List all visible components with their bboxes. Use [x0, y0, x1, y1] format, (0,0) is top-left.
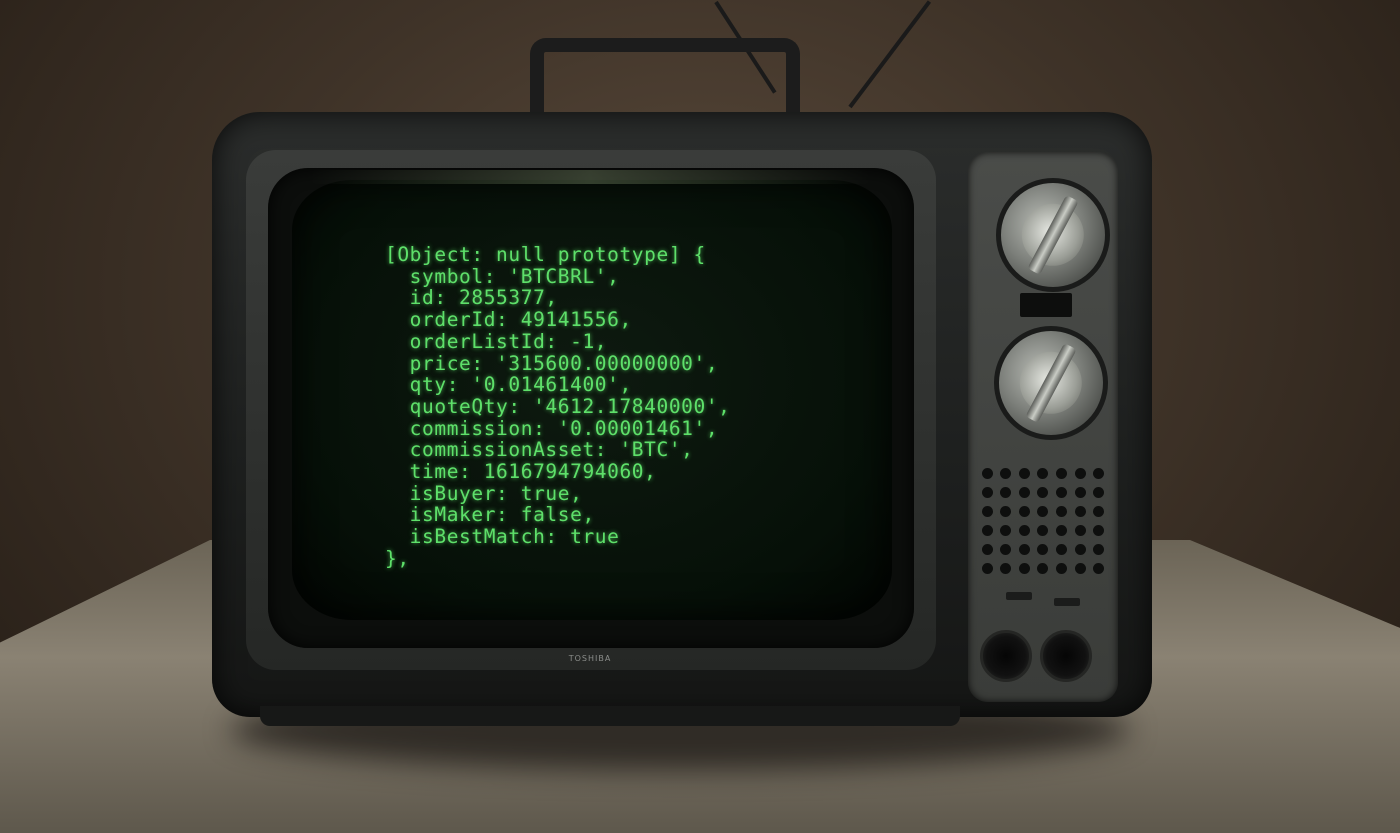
- code-line: commission: '0.00001461',: [385, 416, 719, 440]
- code-line: qty: '0.01461400',: [385, 373, 632, 397]
- channel-knob[interactable]: [996, 178, 1110, 292]
- power-switch[interactable]: [1006, 592, 1032, 600]
- earphone-jack[interactable]: [980, 630, 1032, 682]
- code-line: },: [385, 546, 410, 570]
- speaker-grille: [976, 462, 1110, 580]
- code-line: time: 1616794794060,: [385, 460, 657, 484]
- tuning-knob[interactable]: [994, 326, 1108, 440]
- code-line: [Object: null prototype] {: [385, 243, 706, 266]
- code-line: isBestMatch: true: [385, 525, 620, 549]
- channel-indicator-window: [1020, 293, 1072, 317]
- code-line: orderListId: -1,: [385, 329, 608, 353]
- tv-base: [260, 706, 960, 726]
- code-line: id: 2855377,: [385, 286, 558, 310]
- volume-switch[interactable]: [1054, 598, 1080, 606]
- tv-handle: [530, 38, 800, 123]
- code-line: isMaker: false,: [385, 503, 595, 527]
- code-line: commissionAsset: 'BTC',: [385, 438, 694, 462]
- screen-glare: [310, 170, 870, 184]
- code-line: orderId: 49141556,: [385, 308, 632, 332]
- code-line: quoteQty: '4612.17840000',: [385, 394, 731, 418]
- tv-brand-logo: TOSHIBA: [568, 654, 612, 663]
- code-line: isBuyer: true,: [385, 481, 583, 505]
- screen-code-output: [Object: null prototype] { symbol: 'BTCB…: [385, 244, 731, 570]
- volume-dial[interactable]: [1040, 630, 1092, 682]
- code-line: price: '315600.00000000',: [385, 351, 719, 375]
- code-line: symbol: 'BTCBRL',: [385, 264, 620, 288]
